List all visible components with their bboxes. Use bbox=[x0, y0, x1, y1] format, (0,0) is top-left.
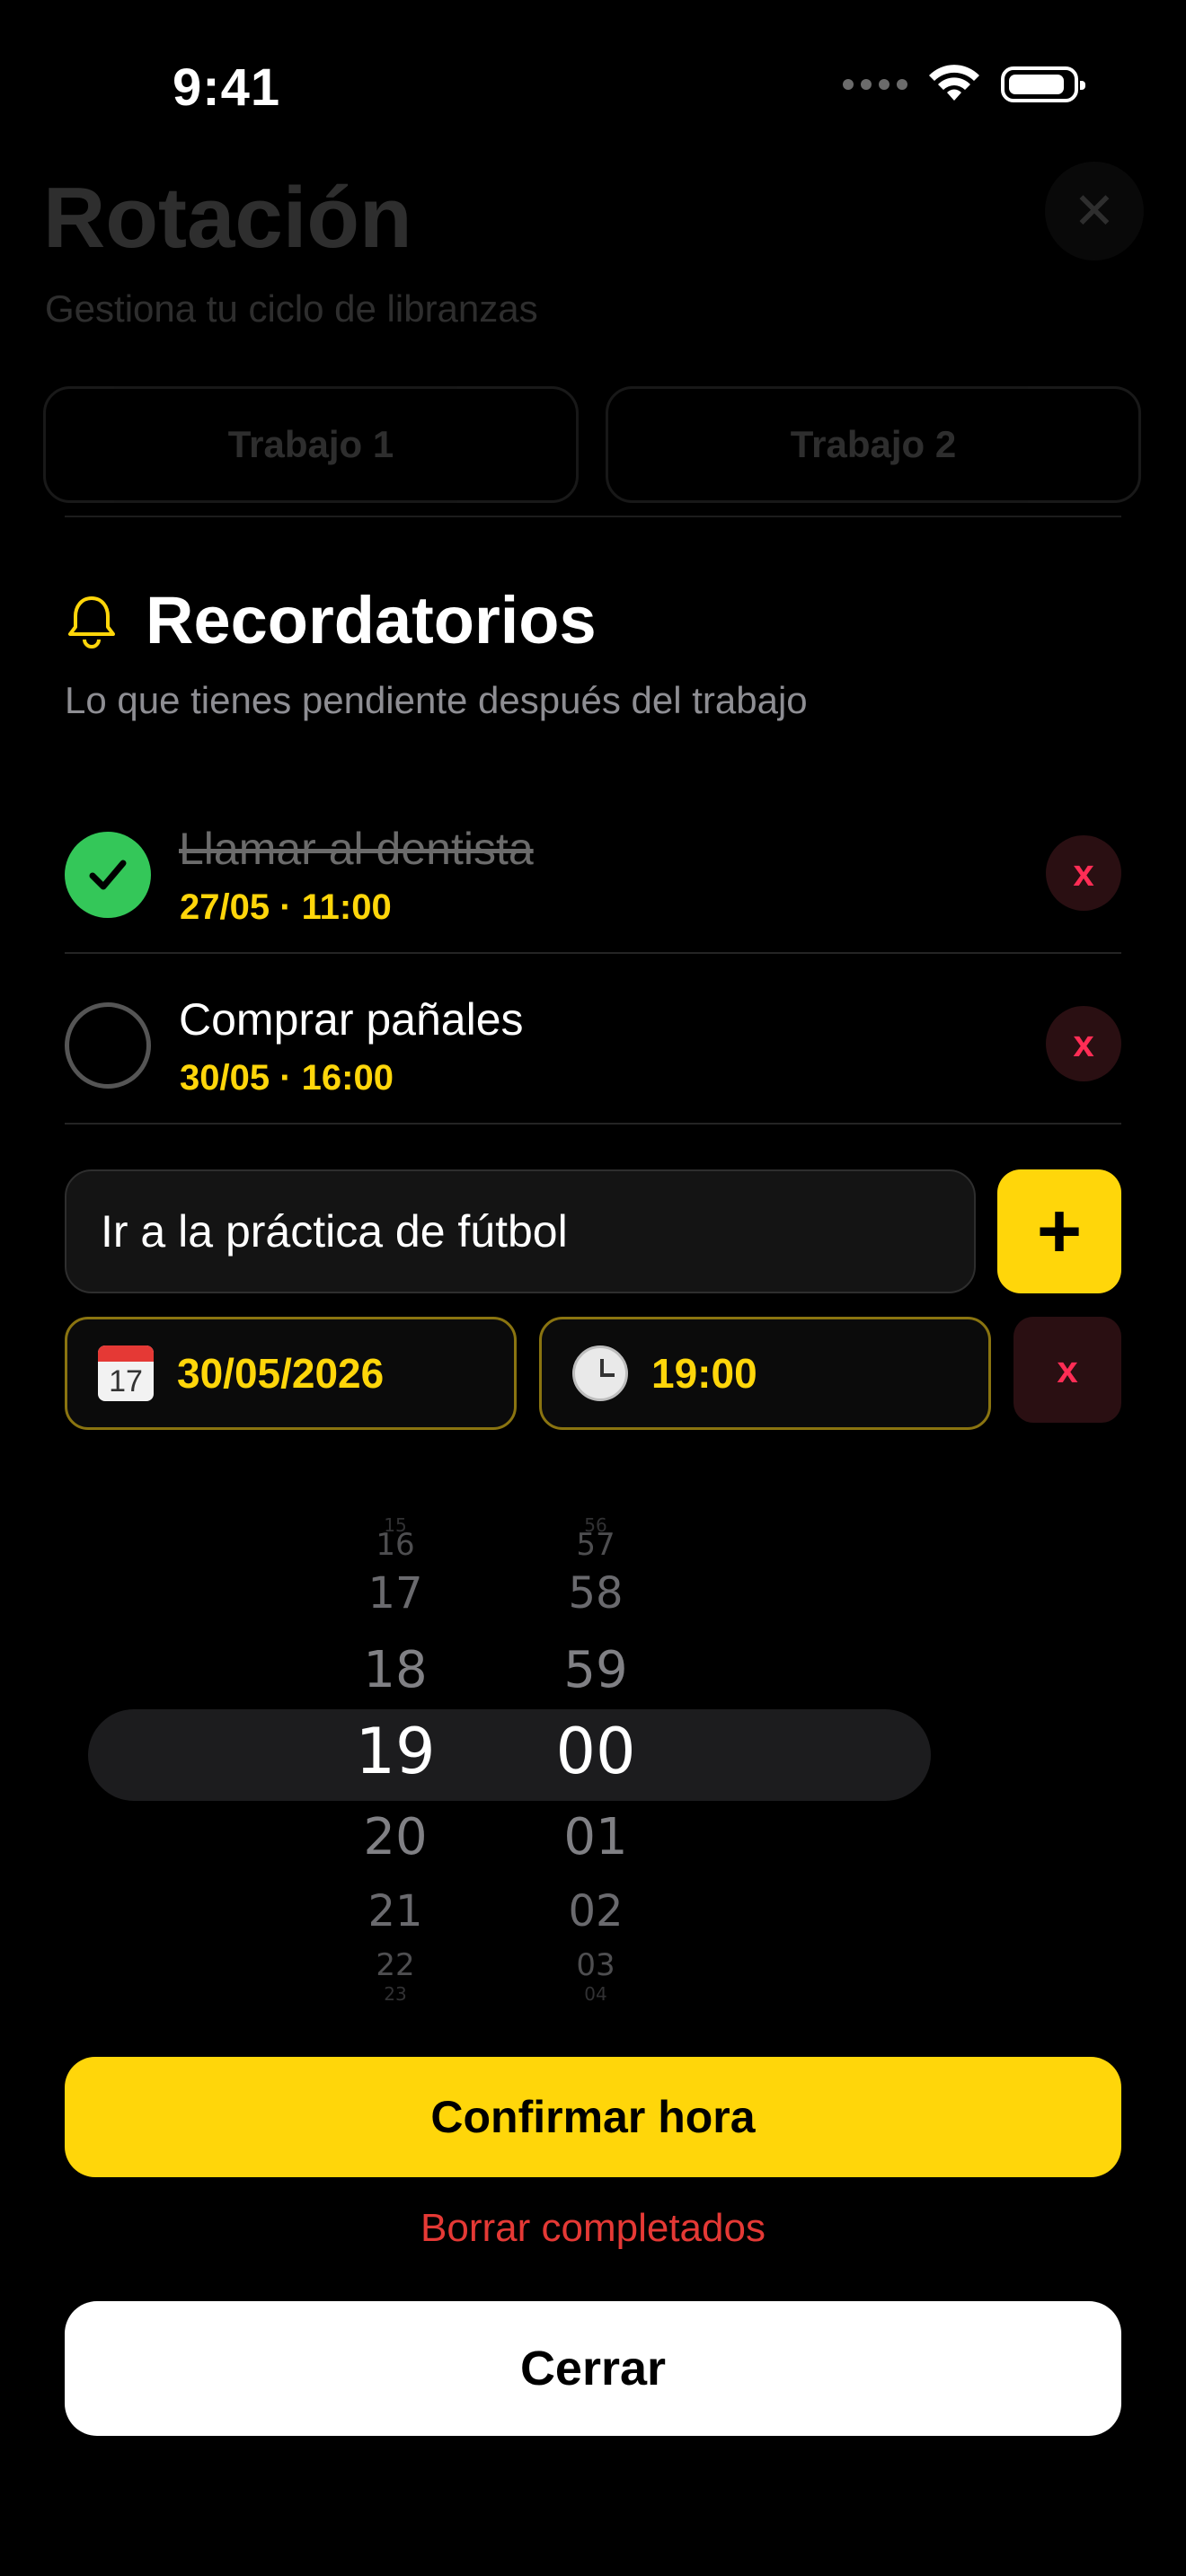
reminder-datetime: 30/05 · 16:00 bbox=[180, 1058, 394, 1098]
time-value: 19:00 bbox=[651, 1350, 757, 1397]
close-button[interactable]: Cerrar bbox=[65, 2301, 1121, 2436]
battery-icon bbox=[1001, 66, 1085, 102]
checkmark-icon[interactable] bbox=[65, 832, 151, 918]
status-time: 9:41 bbox=[173, 58, 281, 117]
delete-reminder-button[interactable]: x bbox=[1046, 835, 1121, 911]
picker-minute-value[interactable]: 02 bbox=[533, 1886, 659, 1938]
clock-icon bbox=[572, 1345, 628, 1401]
picker-hour-value[interactable]: 23 bbox=[332, 1983, 458, 2005]
time-picker-button[interactable]: 19:00 bbox=[539, 1317, 991, 1430]
picker-hour-value[interactable]: 22 bbox=[332, 1947, 458, 1984]
reminder-title: Comprar pañales bbox=[179, 994, 524, 1045]
delete-reminder-button[interactable]: x bbox=[1046, 1006, 1121, 1081]
list-item: Comprar pañales 30/05 · 16:00 x bbox=[65, 954, 1121, 1125]
picker-hour-value[interactable]: 20 bbox=[332, 1807, 458, 1867]
confirm-time-button[interactable]: Confirmar hora bbox=[65, 2057, 1121, 2177]
reminders-subtitle: Lo que tienes pendiente después del trab… bbox=[65, 679, 808, 721]
picker-minute-value[interactable]: 03 bbox=[533, 1947, 659, 1984]
picker-hour-value[interactable]: 17 bbox=[332, 1568, 458, 1620]
list-item: Llamar al dentista 27/05 · 11:00 x bbox=[65, 783, 1121, 954]
divider bbox=[65, 516, 1121, 517]
reminders-title: Recordatorios bbox=[146, 583, 597, 657]
picker-minute-value[interactable]: 58 bbox=[533, 1568, 659, 1620]
clear-completed-button[interactable]: Borrar completados bbox=[0, 2206, 1186, 2251]
tab-trabajo-1: Trabajo 1 bbox=[43, 386, 579, 503]
empty-checkbox-icon[interactable] bbox=[65, 1002, 151, 1089]
calendar-icon: 17 bbox=[98, 1345, 154, 1401]
close-icon: ✕ bbox=[1045, 162, 1144, 260]
add-reminder-button[interactable]: + bbox=[997, 1169, 1121, 1293]
new-reminder-input[interactable]: Ir a la práctica de fútbol bbox=[65, 1169, 976, 1293]
cellular-signal-icon bbox=[843, 79, 907, 90]
bell-icon bbox=[68, 596, 115, 648]
background-title: Rotación bbox=[43, 170, 412, 266]
picker-minute-value[interactable]: 01 bbox=[533, 1807, 659, 1867]
picker-hour-value[interactable]: 16 bbox=[332, 1527, 458, 1564]
picker-hour-value[interactable]: 18 bbox=[332, 1640, 458, 1700]
date-value: 30/05/2026 bbox=[177, 1350, 385, 1397]
reminder-datetime: 27/05 · 11:00 bbox=[180, 887, 392, 927]
picker-minute-value[interactable]: 59 bbox=[533, 1640, 659, 1700]
reminder-title: Llamar al dentista bbox=[179, 824, 534, 874]
status-icons bbox=[843, 65, 1085, 104]
date-picker-button[interactable]: 17 30/05/2026 bbox=[65, 1317, 517, 1430]
picker-minute-value[interactable]: 04 bbox=[533, 1983, 659, 2005]
picker-selection-band bbox=[88, 1709, 931, 1801]
picker-minute-value[interactable]: 57 bbox=[533, 1527, 659, 1564]
background-subtitle: Gestiona tu ciclo de libranzas bbox=[45, 287, 538, 330]
tab-trabajo-2: Trabajo 2 bbox=[606, 386, 1141, 503]
background-screen: Rotación Gestiona tu ciclo de libranzas … bbox=[0, 153, 1186, 530]
wifi-icon bbox=[929, 65, 979, 101]
picker-minute-value[interactable]: 56 bbox=[533, 1514, 659, 1536]
picker-hour-value[interactable]: 15 bbox=[332, 1514, 458, 1536]
remove-datetime-button[interactable]: x bbox=[1013, 1317, 1121, 1423]
picker-hour-value[interactable]: 21 bbox=[332, 1886, 458, 1938]
